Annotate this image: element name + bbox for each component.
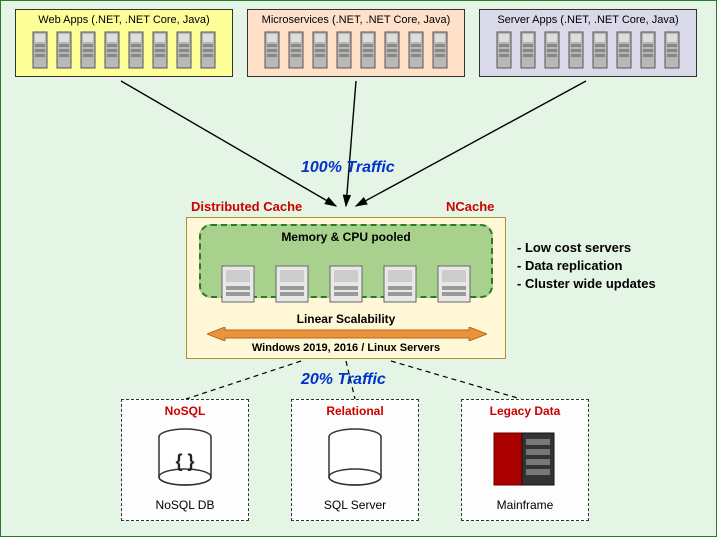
server-icon [310, 30, 330, 70]
server-icon [430, 30, 450, 70]
cache-benefits-list: - Low cost servers - Data replication - … [517, 239, 656, 294]
server-icon [566, 30, 586, 70]
db-nosql-title: NoSQL [126, 404, 244, 418]
memory-cpu-label: Memory & CPU pooled [281, 230, 410, 244]
server-icon [614, 30, 634, 70]
server-icon [78, 30, 98, 70]
db-legacy-box: Legacy Data Mainframe [461, 399, 589, 521]
bullet-item: - Cluster wide updates [517, 275, 656, 293]
traffic-20-label: 20% Traffic [301, 371, 386, 389]
server-icon [334, 30, 354, 70]
bullet-item: - Data replication [517, 257, 656, 275]
db-relational-box: Relational SQL Server [291, 399, 419, 521]
cache-server-icon [220, 262, 256, 306]
cache-server-icon [382, 262, 418, 306]
bullet-item: - Low cost servers [517, 239, 656, 257]
tier-server-apps: Server Apps (.NET, .NET Core, Java) [479, 9, 697, 77]
cache-server-icon [274, 262, 310, 306]
server-icon [518, 30, 538, 70]
traffic-100-label: 100% Traffic [301, 159, 395, 177]
server-icon [174, 30, 194, 70]
double-arrow-icon [207, 327, 487, 341]
cache-server-icon [436, 262, 472, 306]
db-legacy-icon [466, 424, 584, 494]
mainframe-icon [490, 427, 560, 491]
server-icon [30, 30, 50, 70]
server-icon [542, 30, 562, 70]
db-nosql-footer: NoSQL DB [126, 498, 244, 512]
server-icon [382, 30, 402, 70]
server-icon [358, 30, 378, 70]
tier-web-servers [22, 30, 226, 70]
database-cylinder-icon: { } [155, 427, 215, 491]
os-label: Windows 2019, 2016 / Linux Servers [187, 342, 505, 354]
server-icon [638, 30, 658, 70]
tier-server-servers [486, 30, 690, 70]
server-icon [494, 30, 514, 70]
ncache-label: NCache [446, 199, 494, 214]
svg-text:{ }: { } [175, 451, 194, 471]
db-legacy-footer: Mainframe [466, 498, 584, 512]
server-icon [126, 30, 146, 70]
tier-server-label: Server Apps (.NET, .NET Core, Java) [486, 14, 690, 26]
db-nosql-icon: { } [126, 424, 244, 494]
db-relational-footer: SQL Server [296, 498, 414, 512]
db-nosql-box: NoSQL { } NoSQL DB [121, 399, 249, 521]
tier-microservices: Microservices (.NET, .NET Core, Java) [247, 9, 465, 77]
server-icon [406, 30, 426, 70]
db-relational-icon [296, 424, 414, 494]
server-icon [662, 30, 682, 70]
distributed-cache-label: Distributed Cache [191, 199, 302, 214]
tier-web-apps: Web Apps (.NET, .NET Core, Java) [15, 9, 233, 77]
cache-cluster-box: Memory & CPU pooled Linear Scalability W… [186, 217, 506, 359]
server-icon [54, 30, 74, 70]
db-legacy-title: Legacy Data [466, 404, 584, 418]
server-icon [150, 30, 170, 70]
tier-micro-label: Microservices (.NET, .NET Core, Java) [254, 14, 458, 26]
linear-scalability-label: Linear Scalability [187, 312, 505, 326]
tier-micro-servers [254, 30, 458, 70]
server-icon [590, 30, 610, 70]
architecture-diagram: Web Apps (.NET, .NET Core, Java) Microse… [0, 0, 717, 537]
cache-servers-row [187, 262, 505, 306]
cache-server-icon [328, 262, 364, 306]
tier-web-label: Web Apps (.NET, .NET Core, Java) [22, 14, 226, 26]
server-icon [102, 30, 122, 70]
server-icon [286, 30, 306, 70]
db-relational-title: Relational [296, 404, 414, 418]
server-icon [262, 30, 282, 70]
server-icon [198, 30, 218, 70]
database-cylinder-icon [325, 427, 385, 491]
